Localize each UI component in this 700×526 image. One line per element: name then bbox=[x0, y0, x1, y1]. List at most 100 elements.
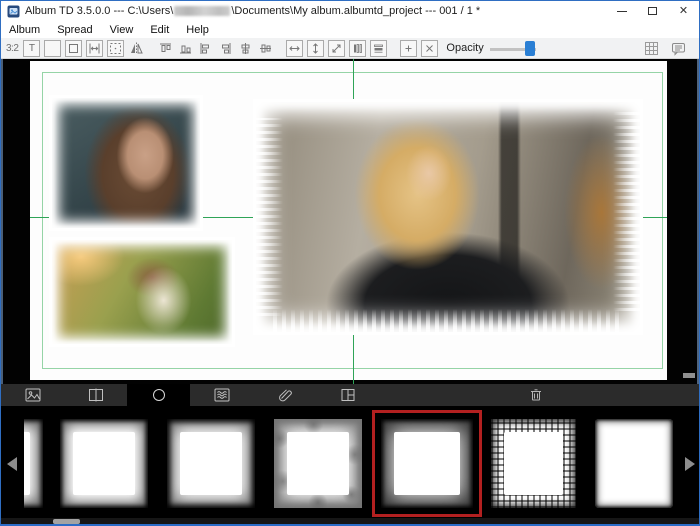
tab-masks[interactable] bbox=[127, 384, 190, 406]
flip-horizontal-button[interactable] bbox=[128, 40, 145, 57]
opacity-slider-thumb[interactable] bbox=[525, 41, 535, 56]
canvas-scroll-grip[interactable] bbox=[683, 373, 695, 378]
menu-album[interactable]: Album bbox=[9, 24, 40, 36]
mask-thumbnail-soft-blobs[interactable] bbox=[268, 413, 368, 514]
thumbnail-scrollbar-thumb[interactable] bbox=[53, 519, 80, 524]
clipart-icon bbox=[275, 387, 295, 403]
text-frame-button[interactable]: T bbox=[23, 40, 40, 57]
align-right-icon bbox=[219, 42, 232, 55]
minimize-button[interactable] bbox=[606, 1, 637, 21]
opacity-slider[interactable] bbox=[490, 40, 536, 57]
mask-thumbnail-woven[interactable] bbox=[485, 413, 582, 514]
align-top-button[interactable] bbox=[157, 40, 174, 57]
fill-vertical-button[interactable] bbox=[349, 40, 366, 57]
titlebar: Album TD 3.5.0.0 --- C:\Users\\Documents… bbox=[1, 1, 699, 21]
textures-icon bbox=[212, 387, 232, 403]
text-icon: T bbox=[29, 43, 35, 54]
fit-page-icon bbox=[109, 42, 122, 55]
tab-photos[interactable] bbox=[1, 384, 64, 406]
mask-frame-preview bbox=[381, 419, 473, 508]
center-vertical-icon bbox=[259, 42, 272, 55]
maximize-icon bbox=[648, 7, 657, 15]
menu-view[interactable]: View bbox=[110, 24, 134, 36]
minimize-icon bbox=[617, 11, 627, 12]
maximize-button[interactable] bbox=[637, 1, 668, 21]
photo-frame-portrait[interactable] bbox=[49, 95, 203, 231]
photo-frame-blonde[interactable] bbox=[253, 99, 643, 335]
photo-portrait-young-woman bbox=[52, 98, 200, 228]
center-horizontal-button[interactable] bbox=[237, 40, 254, 57]
photo-frame-field[interactable] bbox=[49, 237, 235, 347]
mask-frame-preview bbox=[60, 419, 148, 508]
thumbnail-scrollbar[interactable] bbox=[1, 518, 699, 525]
notes-icon bbox=[671, 41, 686, 56]
photo-woman-in-field bbox=[52, 240, 232, 344]
mask-thumbnail-spray-heavy[interactable] bbox=[372, 410, 482, 517]
photos-icon bbox=[23, 387, 43, 403]
mask-frame-preview bbox=[167, 419, 255, 508]
menubar: Album Spread View Edit Help bbox=[1, 21, 699, 38]
set-height-button[interactable] bbox=[307, 40, 324, 57]
set-width-button[interactable] bbox=[286, 40, 303, 57]
menu-spread[interactable]: Spread bbox=[57, 24, 92, 36]
mask-frame-preview bbox=[595, 419, 673, 508]
tab-layouts[interactable] bbox=[316, 384, 379, 406]
tab-spreads[interactable] bbox=[64, 384, 127, 406]
close-button[interactable]: ✕ bbox=[668, 1, 699, 21]
mask-frame-preview bbox=[274, 419, 362, 508]
align-right-button[interactable] bbox=[217, 40, 234, 57]
redacted-username bbox=[174, 6, 230, 16]
masks-icon bbox=[149, 387, 169, 403]
scroll-right-arrow[interactable] bbox=[685, 457, 695, 471]
cross-icon bbox=[423, 42, 436, 55]
grid-icon bbox=[644, 41, 659, 56]
mask-frame-preview bbox=[24, 419, 43, 508]
h-spacing-icon bbox=[88, 42, 101, 55]
align-left-icon bbox=[199, 42, 212, 55]
album-td-window: Album TD 3.5.0.0 --- C:\Users\\Documents… bbox=[0, 0, 700, 526]
fit-to-page-button[interactable] bbox=[107, 40, 124, 57]
aspect-ratio-button[interactable]: 3:2 bbox=[6, 43, 18, 54]
h-bars-icon bbox=[372, 42, 385, 55]
plus-icon bbox=[402, 42, 415, 55]
spread-canvas[interactable] bbox=[1, 59, 699, 384]
align-top-icon bbox=[159, 42, 172, 55]
empty-frame-button[interactable] bbox=[44, 40, 61, 57]
spreads-icon bbox=[86, 387, 106, 403]
align-bottom-button[interactable] bbox=[177, 40, 194, 57]
mask-thumbnail-spray-partial[interactable] bbox=[24, 413, 48, 514]
v-arrow-icon bbox=[309, 42, 322, 55]
tab-textures[interactable] bbox=[190, 384, 253, 406]
mask-thumbnail-spray-coarse[interactable] bbox=[161, 413, 261, 514]
window-title: Album TD 3.5.0.0 --- C:\Users\\Documents… bbox=[25, 5, 480, 17]
mask-thumbnail-strip bbox=[1, 406, 699, 518]
remove-frame-button[interactable] bbox=[421, 40, 438, 57]
set-diagonal-button[interactable] bbox=[328, 40, 345, 57]
add-frame-button[interactable] bbox=[400, 40, 417, 57]
align-left-button[interactable] bbox=[197, 40, 214, 57]
mask-thumbnail-spray-fine[interactable] bbox=[54, 413, 154, 514]
center-vertical-button[interactable] bbox=[257, 40, 274, 57]
opacity-label: Opacity bbox=[446, 42, 483, 54]
notes-button[interactable] bbox=[670, 40, 687, 57]
frame-spacing-button[interactable] bbox=[86, 40, 103, 57]
inner-frame-icon bbox=[67, 42, 80, 55]
toolbar: 3:2 T Opacity bbox=[1, 38, 699, 59]
menu-help[interactable]: Help bbox=[186, 24, 209, 36]
scroll-left-arrow[interactable] bbox=[7, 457, 17, 471]
center-horizontal-icon bbox=[239, 42, 252, 55]
v-bars-icon bbox=[351, 42, 364, 55]
fill-horizontal-button[interactable] bbox=[370, 40, 387, 57]
resource-tabbar bbox=[1, 384, 699, 406]
h-arrow-icon bbox=[288, 42, 301, 55]
align-bottom-icon bbox=[179, 42, 192, 55]
mask-thumbnail-torn-smooth[interactable] bbox=[589, 413, 679, 514]
tab-clipart[interactable] bbox=[253, 384, 316, 406]
menu-edit[interactable]: Edit bbox=[150, 24, 169, 36]
delete-mask-button[interactable] bbox=[525, 385, 547, 405]
mask-frame-preview bbox=[491, 419, 576, 508]
border-frame-button[interactable] bbox=[65, 40, 82, 57]
grid-button[interactable] bbox=[643, 40, 660, 57]
app-icon bbox=[7, 5, 20, 18]
caption-buttons: ✕ bbox=[606, 1, 699, 21]
